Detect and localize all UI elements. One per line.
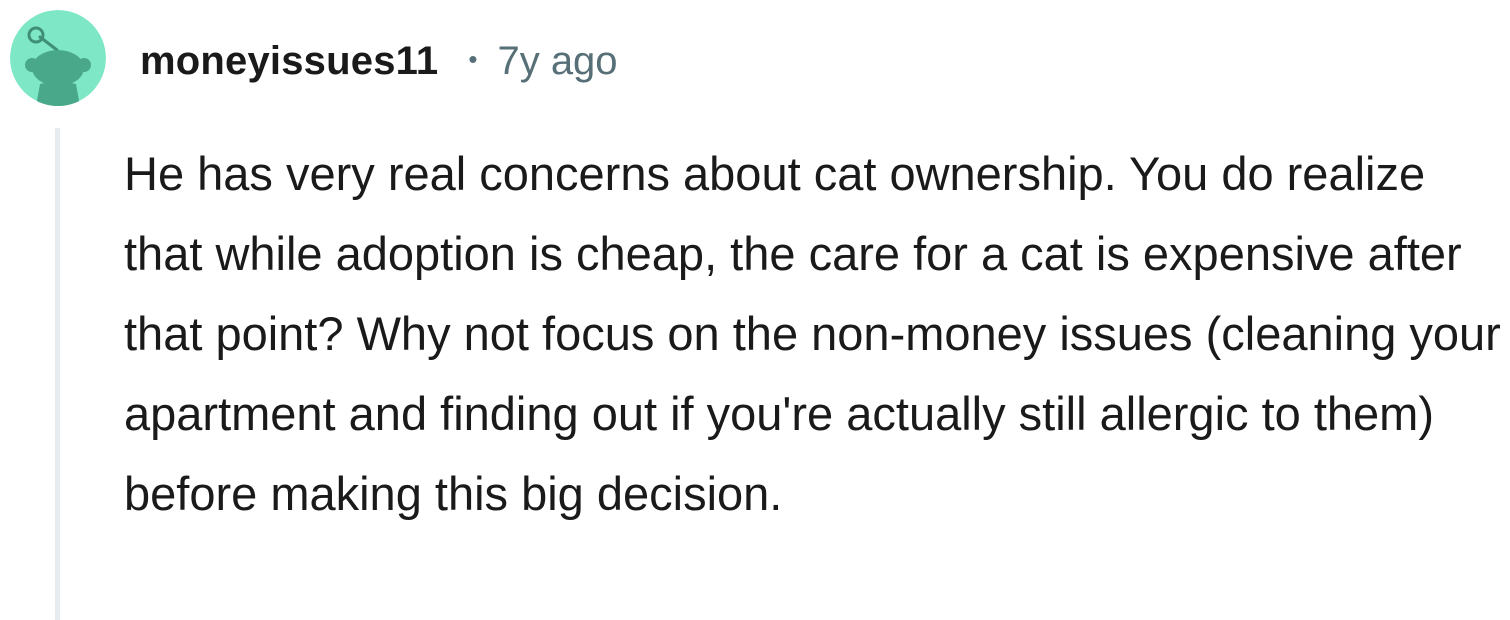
- reddit-snoo-avatar-icon: [10, 10, 106, 106]
- meta-separator: •: [468, 43, 478, 74]
- comment-header: moneyissues11 • 7y ago: [140, 36, 618, 86]
- comment-body: He has very real concerns about cat owne…: [124, 147, 1501, 520]
- thread-collapse-line[interactable]: [55, 128, 60, 620]
- comment: moneyissues11 • 7y ago He has very real …: [0, 0, 1510, 620]
- username-link[interactable]: moneyissues11: [140, 39, 438, 84]
- user-avatar[interactable]: [10, 10, 106, 106]
- timestamp[interactable]: 7y ago: [497, 39, 617, 84]
